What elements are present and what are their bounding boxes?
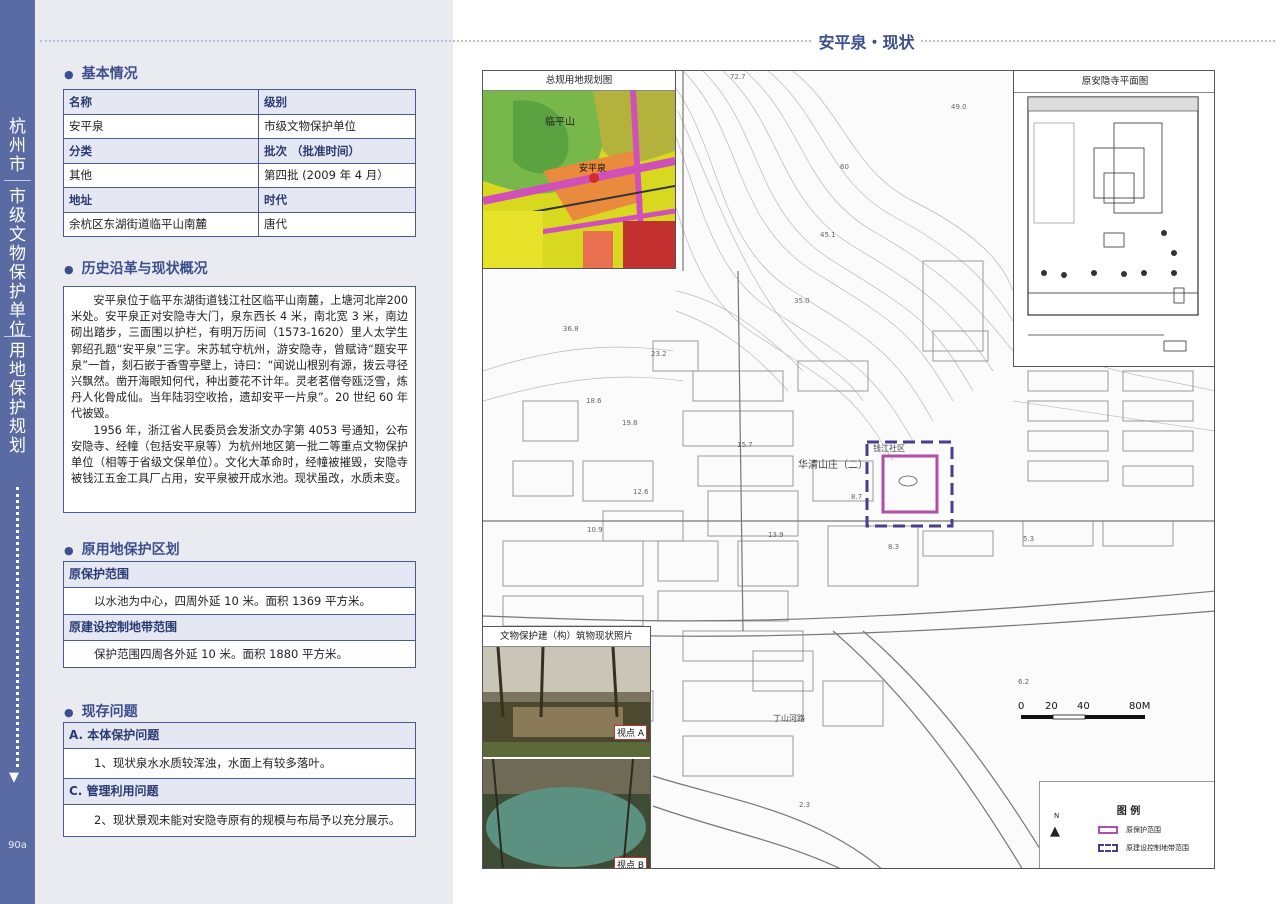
svg-text:19.8: 19.8 [622, 419, 638, 427]
protection-range-label: 原保护范围 [64, 562, 415, 588]
scale-label: 0 [1018, 701, 1025, 712]
control-zone-text: 保护范围四周各外延 10 米。面积 1880 平方米。 [94, 647, 349, 661]
table-row: 分类 批次 （批准时间） [63, 138, 416, 164]
sidebar-city: 杭州市 [9, 117, 26, 175]
community-label: 钱江社区 [873, 444, 905, 453]
sidebar-plan: 用地保护规划 [9, 341, 26, 456]
svg-text:13.9: 13.9 [768, 531, 784, 539]
table-cell: 批次 （批准时间） [258, 138, 416, 164]
landuse-spring-label: 安平泉 [579, 164, 607, 174]
table-cell: 其他 [63, 162, 259, 188]
svg-text:49.0: 49.0 [951, 103, 967, 111]
problems-box: A. 本体保护问题 1、现状泉水水质较浑浊，水面上有较多落叶。 C. 管理利用问… [63, 722, 416, 837]
legend-title: 图 例 [1116, 806, 1141, 817]
svg-text:60: 60 [840, 163, 849, 171]
table-row: 名称 级别 [63, 89, 416, 115]
sidebar-divider [4, 336, 31, 337]
arrow-down-icon: ▼ [9, 770, 19, 785]
landuse-inset: 总规用地规划图 临平山 安平泉 [483, 71, 676, 269]
table-cell: 第四批 (2009 年 4 月） [258, 162, 416, 188]
history-paragraph: 安平泉位于临平东湖街道钱江社区临平山南麓，上塘河北岸200 米处。安平泉正对安隐… [71, 294, 408, 421]
temple-plan-title: 原安隐寺平面图 [1014, 71, 1214, 93]
problem-a-label: A. 本体保护问题 [64, 723, 415, 749]
page-number: 90a [8, 840, 27, 851]
control-zone-label: 原建设控制地带范围 [64, 615, 415, 641]
landuse-mountain-label: 临平山 [545, 117, 575, 128]
north-label: N [1054, 812, 1060, 820]
svg-text:72.7: 72.7 [730, 73, 746, 81]
scale-label: 80M [1129, 701, 1151, 712]
history-paragraph: 1956 年，浙江省人民委员会发浙文办字第 4053 号通知，公布安隐寺、经幢（… [71, 423, 408, 486]
temple-plan-drawing [1027, 96, 1199, 352]
table-row: 安平泉 市级文物保护单位 [63, 113, 416, 139]
section-heading-history: ● 历史沿革与现状概况 [64, 261, 208, 277]
table-cell: 分类 [63, 138, 259, 164]
svg-text:23.2: 23.2 [651, 350, 667, 358]
scale-label: 40 [1077, 701, 1090, 712]
svg-text:36.8: 36.8 [563, 325, 579, 333]
svg-text:5.3: 5.3 [1023, 535, 1034, 543]
svg-text:12.6: 12.6 [633, 488, 649, 496]
map-legend: 图 例 ▲ N 原保护范围 原建设控制地带范围 [1039, 781, 1214, 868]
table-cell: 唐代 [258, 211, 416, 237]
basic-info-table: 名称 级别 安平泉 市级文物保护单位 分类 批次 （批准时间） 其他 第四批 (2009… [63, 89, 416, 237]
scale-label: 20 [1045, 701, 1058, 712]
svg-text:10.9: 10.9 [587, 526, 603, 534]
photo-inset-title: 文物保护建（构）筑物现状照片 [483, 627, 650, 647]
section-heading-problems: ● 现存问题 [64, 704, 138, 720]
sidebar-divider [4, 180, 31, 181]
svg-text:6.2: 6.2 [1018, 678, 1029, 686]
site-photos [483, 647, 650, 868]
table-cell: 安平泉 [63, 113, 259, 139]
svg-text:2.3: 2.3 [799, 801, 810, 809]
photo-inset: 文物保护建（构）筑物现状照片 视点 A 视点 B [483, 626, 651, 868]
table-row: 余杭区东湖街道临平山南麓 唐代 [63, 211, 416, 237]
road-label: 丁山河路 [773, 714, 805, 723]
landuse-inset-title: 总规用地规划图 [483, 71, 675, 91]
sidebar-level: 市级文物保护单位 [9, 187, 26, 340]
section-heading-basic: ● 基本情况 [64, 66, 138, 82]
protection-box: 原保护范围 以水池为中心，四周外延 10 米。面积 1369 平方米。 原建设控… [63, 561, 416, 668]
table-row: 其他 第四批 (2009 年 4 月） [63, 162, 416, 188]
svg-text:45.1: 45.1 [820, 231, 836, 239]
legend-label-protection: 原保护范围 [1126, 826, 1161, 834]
site-label: 华清山庄（二） [798, 460, 868, 471]
bullet-icon: ● [64, 68, 74, 81]
photo-tag-b: 视点 B [614, 857, 648, 868]
svg-text:18.6: 18.6 [586, 397, 602, 405]
table-row: 地址 时代 [63, 187, 416, 213]
bullet-icon: ● [64, 263, 74, 276]
svg-text:8.3: 8.3 [888, 543, 899, 551]
bullet-icon: ● [64, 706, 74, 719]
history-text: 安平泉位于临平东湖街道钱江社区临平山南麓，上塘河北岸200 米处。安平泉正对安隐… [63, 286, 416, 513]
north-arrow-icon: ▲ [1050, 824, 1060, 839]
table-cell: 市级文物保护单位 [258, 113, 416, 139]
section-heading-protection: ● 原用地保护区划 [64, 542, 180, 558]
svg-text:15.7: 15.7 [737, 441, 753, 449]
legend-swatch-protection [1098, 826, 1118, 834]
svg-text:8.7: 8.7 [851, 493, 862, 501]
scale-bar: 0 20 40 80M [1018, 701, 1158, 731]
sidebar: 杭州市 市级文物保护单位 用地保护规划 ▼ 90a [0, 0, 35, 904]
problem-c-text: 2、现状景观未能对安隐寺原有的规模与布局予以充分展示。 [94, 813, 401, 827]
protection-range-boundary [881, 454, 939, 514]
bullet-icon: ● [64, 544, 74, 557]
table-cell: 名称 [63, 89, 259, 115]
page-title: 安平泉・现状 [453, 29, 1280, 53]
svg-text:35.0: 35.0 [794, 297, 810, 305]
landuse-map [483, 91, 675, 268]
site-map: 72.7 49.0 60 45.1 35.0 36.8 23.2 19.8 18.6 15… [482, 70, 1215, 869]
table-cell: 余杭区东湖街道临平山南麓 [63, 211, 259, 237]
table-cell: 地址 [63, 187, 259, 213]
temple-plan-inset: 原安隐寺平面图 [1013, 71, 1214, 367]
sidebar-dotted-line [16, 487, 19, 767]
problem-c-label: C. 管理利用问题 [64, 779, 415, 805]
table-cell: 时代 [258, 187, 416, 213]
table-cell: 级别 [258, 89, 416, 115]
problem-a-text: 1、现状泉水水质较浑浊，水面上有较多落叶。 [64, 749, 415, 779]
photo-tag-a: 视点 A [614, 725, 648, 740]
protection-range-text: 以水池为中心，四周外延 10 米。面积 1369 平方米。 [64, 588, 415, 615]
legend-label-control: 原建设控制地带范围 [1126, 844, 1189, 852]
legend-swatch-control [1098, 844, 1118, 852]
